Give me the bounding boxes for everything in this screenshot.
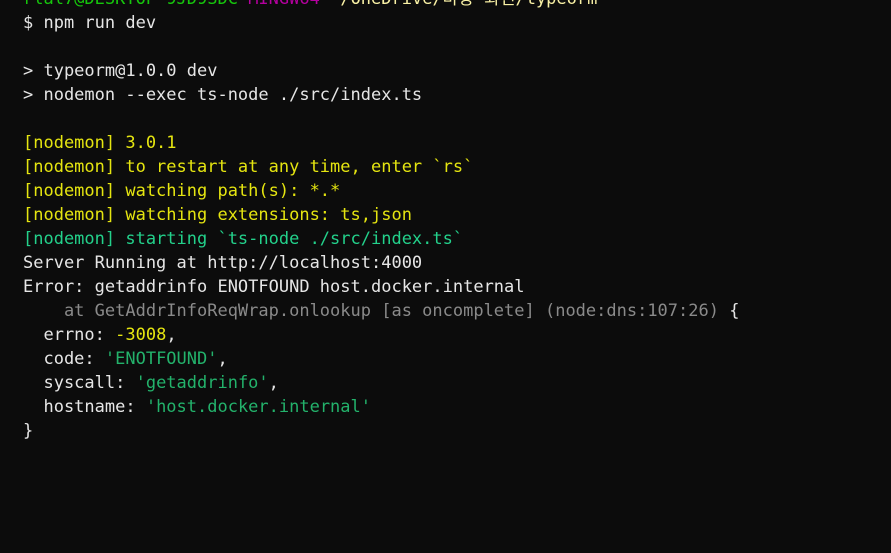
nodemon-line: [nodemon] watching extensions: ts,json: [23, 205, 412, 225]
prompt-user-host: rlal7@DESKTOP-9JD9SDC: [23, 0, 238, 9]
code-line: code: 'ENOTFOUND',: [23, 347, 891, 371]
code-value: 'ENOTFOUND': [104, 349, 218, 369]
errno-value: -3008: [115, 325, 167, 345]
prompt-env: MINGW64: [248, 0, 320, 9]
hostname-line: hostname: 'host.docker.internal': [23, 395, 891, 419]
comma: ,: [217, 349, 228, 369]
script-line: > nodemon --exec ts-node ./src/index.ts: [23, 85, 423, 105]
syscall-key: syscall:: [23, 373, 136, 393]
hostname-key: hostname:: [23, 397, 146, 417]
code-key: code:: [23, 349, 105, 369]
error-line: Error: getaddrinfo ENOTFOUND host.docker…: [23, 277, 525, 297]
errno-line: errno: -3008,: [23, 323, 891, 347]
hostname-value: 'host.docker.internal': [145, 397, 371, 417]
command-line: $ npm run dev: [23, 13, 157, 33]
nodemon-start-line: [nodemon] starting `ts-node ./src/index.…: [23, 229, 464, 249]
server-running-line: Server Running at http://localhost:4000: [23, 253, 423, 273]
syscall-line: syscall: 'getaddrinfo',: [23, 371, 891, 395]
close-brace-line: }: [23, 421, 34, 441]
nodemon-line: [nodemon] watching path(s): *.*: [23, 181, 341, 201]
terminal-window[interactable]: rlal7@DESKTOP-9JD9SDC MINGW64 ~/OneDrive…: [0, 0, 891, 540]
prompt-path: ~/OneDrive/바탕 화면/typeorm: [330, 0, 597, 9]
nodemon-line: [nodemon] 3.0.1: [23, 133, 177, 153]
stack-open-brace: {: [718, 301, 740, 321]
nodemon-line: [nodemon] to restart at any time, enter …: [23, 157, 474, 177]
script-line: > typeorm@1.0.0 dev: [23, 61, 218, 81]
errno-key: errno:: [23, 325, 116, 345]
prompt-line: rlal7@DESKTOP-9JD9SDC MINGW64 ~/OneDrive…: [23, 0, 891, 11]
stack-trace-text: at GetAddrInfoReqWrap.onlookup [as oncom…: [23, 301, 719, 321]
comma: ,: [268, 373, 279, 393]
stack-trace-line: at GetAddrInfoReqWrap.onlookup [as oncom…: [23, 299, 891, 323]
comma: ,: [166, 325, 177, 345]
syscall-value: 'getaddrinfo': [135, 373, 269, 393]
